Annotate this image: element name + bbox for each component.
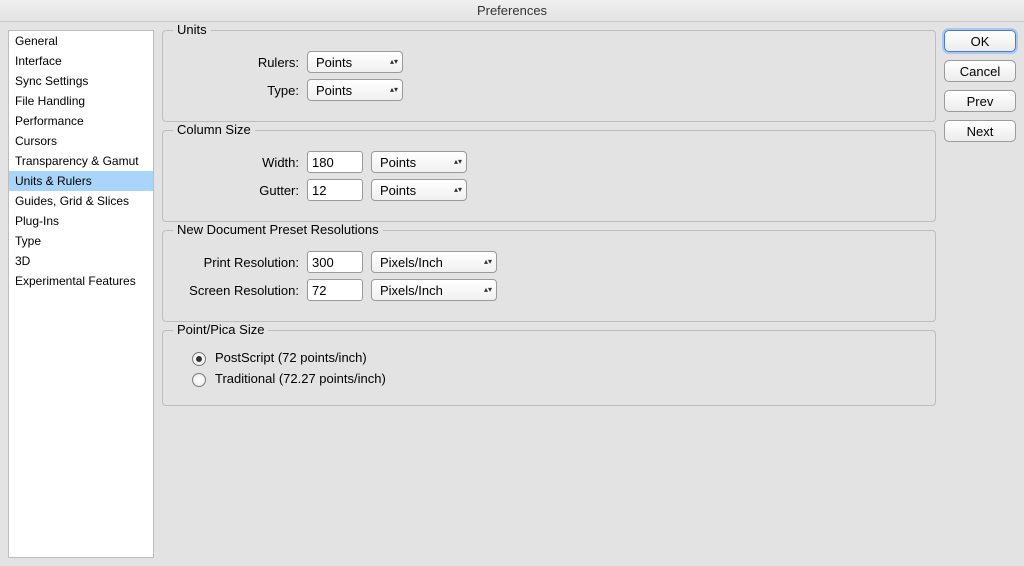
- width-unit-select[interactable]: Points ▴▾: [371, 151, 467, 173]
- sidebar-item-experimental-features[interactable]: Experimental Features: [9, 271, 153, 291]
- sidebar-item-type[interactable]: Type: [9, 231, 153, 251]
- prev-button[interactable]: Prev: [944, 90, 1016, 112]
- traditional-radio[interactable]: [192, 373, 206, 387]
- group-column: Column Size Width: Points ▴▾ Gutter:: [162, 130, 936, 222]
- content: GeneralInterfaceSync SettingsFile Handli…: [0, 22, 1024, 566]
- cancel-button[interactable]: Cancel: [944, 60, 1016, 82]
- sidebar-item-transparency-gamut[interactable]: Transparency & Gamut: [9, 151, 153, 171]
- sidebar-item-plug-ins[interactable]: Plug-Ins: [9, 211, 153, 231]
- group-pointpica-title: Point/Pica Size: [173, 322, 268, 337]
- print-resolution-unit-select[interactable]: Pixels/Inch ▴▾: [371, 251, 497, 273]
- rulers-select[interactable]: Points ▴▾: [307, 51, 403, 73]
- gutter-unit-value: Points: [380, 183, 416, 198]
- print-resolution-label: Print Resolution:: [179, 255, 299, 270]
- gutter-unit-select[interactable]: Points ▴▾: [371, 179, 467, 201]
- sidebar-item-sync-settings[interactable]: Sync Settings: [9, 71, 153, 91]
- panels: Units Rulers: Points ▴▾ Type: Points ▴▾: [162, 30, 936, 558]
- group-pointpica: Point/Pica Size PostScript (72 points/in…: [162, 330, 936, 406]
- updown-icon: ▴▾: [390, 87, 398, 93]
- ok-button[interactable]: OK: [944, 30, 1016, 52]
- sidebar-item-cursors[interactable]: Cursors: [9, 131, 153, 151]
- updown-icon: ▴▾: [390, 59, 398, 65]
- updown-icon: ▴▾: [454, 159, 462, 165]
- postscript-radio[interactable]: [192, 352, 206, 366]
- next-button[interactable]: Next: [944, 120, 1016, 142]
- group-resolutions-title: New Document Preset Resolutions: [173, 222, 383, 237]
- screen-resolution-unit-value: Pixels/Inch: [380, 283, 443, 298]
- width-input[interactable]: [307, 151, 363, 173]
- updown-icon: ▴▾: [484, 259, 492, 265]
- screen-resolution-unit-select[interactable]: Pixels/Inch ▴▾: [371, 279, 497, 301]
- group-units-title: Units: [173, 22, 211, 37]
- sidebar-item-units-rulers[interactable]: Units & Rulers: [9, 171, 153, 191]
- main: Units Rulers: Points ▴▾ Type: Points ▴▾: [162, 30, 1016, 558]
- preferences-window: Preferences GeneralInterfaceSync Setting…: [0, 0, 1024, 566]
- type-select[interactable]: Points ▴▾: [307, 79, 403, 101]
- group-units: Units Rulers: Points ▴▾ Type: Points ▴▾: [162, 30, 936, 122]
- width-unit-value: Points: [380, 155, 416, 170]
- type-select-value: Points: [316, 83, 352, 98]
- traditional-label[interactable]: Traditional (72.27 points/inch): [215, 371, 386, 386]
- buttons: OK Cancel Prev Next: [944, 30, 1016, 558]
- type-label: Type:: [179, 83, 299, 98]
- sidebar-item-guides-grid-slices[interactable]: Guides, Grid & Slices: [9, 191, 153, 211]
- sidebar: GeneralInterfaceSync SettingsFile Handli…: [8, 30, 154, 558]
- screen-resolution-label: Screen Resolution:: [179, 283, 299, 298]
- window-title: Preferences: [477, 3, 547, 18]
- gutter-label: Gutter:: [179, 183, 299, 198]
- sidebar-item-file-handling[interactable]: File Handling: [9, 91, 153, 111]
- sidebar-item-interface[interactable]: Interface: [9, 51, 153, 71]
- sidebar-item-performance[interactable]: Performance: [9, 111, 153, 131]
- titlebar: Preferences: [0, 0, 1024, 22]
- postscript-label[interactable]: PostScript (72 points/inch): [215, 350, 367, 365]
- print-resolution-unit-value: Pixels/Inch: [380, 255, 443, 270]
- updown-icon: ▴▾: [454, 187, 462, 193]
- sidebar-item-general[interactable]: General: [9, 31, 153, 51]
- screen-resolution-input[interactable]: [307, 279, 363, 301]
- updown-icon: ▴▾: [484, 287, 492, 293]
- width-label: Width:: [179, 155, 299, 170]
- gutter-input[interactable]: [307, 179, 363, 201]
- sidebar-item-3d[interactable]: 3D: [9, 251, 153, 271]
- print-resolution-input[interactable]: [307, 251, 363, 273]
- group-column-title: Column Size: [173, 122, 255, 137]
- group-resolutions: New Document Preset Resolutions Print Re…: [162, 230, 936, 322]
- rulers-select-value: Points: [316, 55, 352, 70]
- rulers-label: Rulers:: [179, 55, 299, 70]
